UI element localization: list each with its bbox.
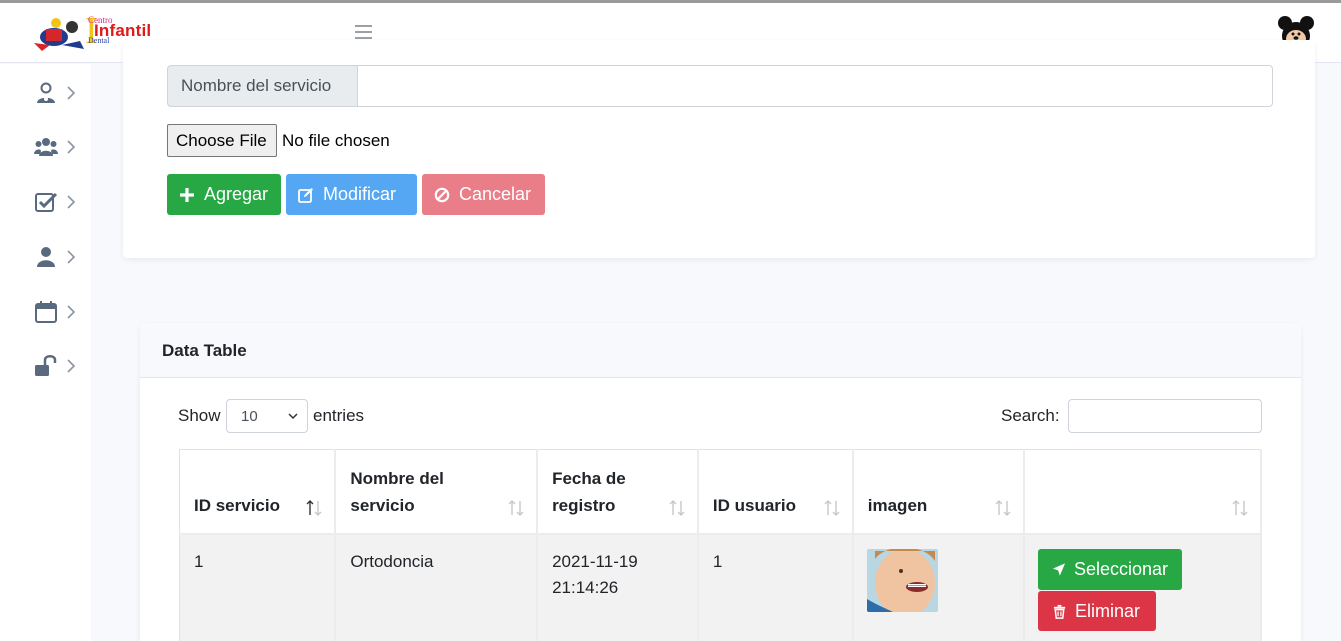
sidebar-item-users[interactable]	[0, 127, 91, 167]
service-name-group: Nombre del servicio	[167, 65, 1273, 107]
delete-button[interactable]: Eliminar	[1038, 591, 1156, 631]
file-status-text: No file chosen	[282, 131, 390, 150]
entries-select[interactable]: 10	[226, 399, 308, 433]
add-button[interactable]: Agregar	[167, 174, 281, 215]
sidebar-item-calendar[interactable]	[0, 292, 91, 332]
column-header-fecha[interactable]: Fecha de registro	[537, 449, 699, 535]
select-button-label: Seleccionar	[1073, 559, 1168, 579]
cell-fecha: 2021-11-19 21:14:26	[537, 533, 699, 641]
entries-label: entries	[313, 406, 365, 425]
select-button[interactable]: Seleccionar	[1038, 549, 1182, 590]
sidebar-item-doctors[interactable]	[0, 73, 91, 113]
unlock-icon	[35, 355, 57, 376]
column-header-actions[interactable]	[1023, 449, 1263, 535]
choose-file-button[interactable]: Choose File	[167, 124, 277, 157]
edit-icon	[298, 187, 313, 203]
user-icon	[37, 247, 55, 267]
service-image	[867, 549, 938, 612]
column-header-label: ID servicio	[194, 495, 280, 515]
sort-asc-icon	[306, 499, 322, 516]
chevron-right-icon	[67, 140, 76, 154]
sidebar	[0, 64, 91, 641]
logo-character-icon	[34, 18, 84, 51]
sort-icon	[508, 499, 524, 516]
check-square-icon	[35, 192, 58, 212]
sort-icon	[995, 499, 1011, 516]
logo-word-main: Infantil	[94, 21, 152, 40]
sort-icon	[824, 499, 840, 516]
chevron-right-icon	[67, 359, 76, 373]
column-header-nombre[interactable]: Nombre del servicio	[335, 449, 539, 535]
chevron-right-icon	[67, 86, 76, 100]
card-title: Data Table	[162, 341, 247, 360]
column-header-imagen[interactable]: imagen	[852, 449, 1025, 535]
chevron-down-icon	[288, 413, 298, 420]
hamburger-icon[interactable]	[355, 25, 372, 39]
column-header-label: Fecha de registro	[552, 468, 626, 515]
delete-button-label: Eliminar	[1075, 600, 1141, 621]
add-button-label: Agregar	[204, 184, 269, 204]
cell-nombre: Ortodoncia	[335, 533, 539, 641]
search-input[interactable]	[1068, 399, 1262, 433]
sidebar-item-security[interactable]	[0, 346, 91, 386]
cell-id-servicio: 1	[179, 533, 337, 641]
cancel-button-label: Cancelar	[459, 184, 532, 204]
column-header-label: imagen	[867, 495, 928, 515]
sort-icon	[1232, 499, 1248, 516]
location-arrow-icon	[1052, 563, 1066, 576]
service-name-input[interactable]	[358, 65, 1273, 107]
column-header-id-usuario[interactable]: ID usuario	[697, 449, 854, 535]
plus-icon	[180, 187, 194, 202]
service-name-label: Nombre del servicio	[167, 65, 358, 107]
sidebar-item-profile[interactable]	[0, 237, 91, 277]
column-header-label: Nombre del servicio	[350, 468, 444, 515]
calendar-icon	[35, 301, 57, 323]
cancel-button[interactable]: Cancelar	[422, 174, 545, 215]
column-header-id-servicio[interactable]: ID servicio	[179, 449, 337, 535]
search-label: Search:	[1001, 406, 1060, 425]
ban-icon	[434, 187, 450, 202]
child-with-braces-photo	[867, 549, 938, 612]
user-doctor-icon	[37, 82, 55, 103]
table-header-row: ID servicio Nombre del servicio Fecha de…	[179, 449, 1263, 535]
show-label: Show	[178, 406, 221, 425]
cell-id-usuario: 1	[697, 533, 854, 641]
sort-icon	[669, 499, 685, 516]
chevron-right-icon	[67, 305, 76, 319]
sidebar-item-tasks[interactable]	[0, 182, 91, 222]
modify-button-label: Modificar	[323, 184, 397, 204]
data-table-card-header	[140, 323, 1301, 378]
chevron-right-icon	[67, 195, 76, 209]
entries-select-value: 10	[241, 408, 258, 425]
users-icon	[34, 138, 58, 156]
column-header-label: ID usuario	[712, 495, 797, 515]
modify-button[interactable]: Modificar	[286, 174, 417, 215]
chevron-right-icon	[67, 250, 76, 264]
trash-icon	[1053, 604, 1066, 619]
